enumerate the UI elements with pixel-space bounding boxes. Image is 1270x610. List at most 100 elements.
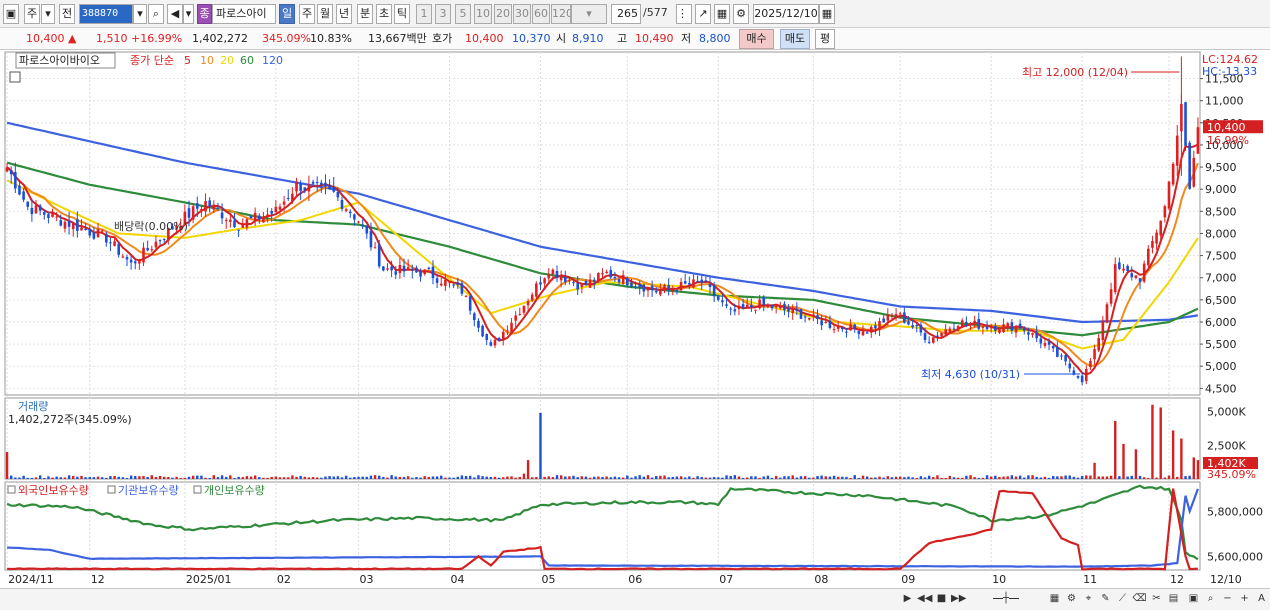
count-input[interactable]: 265 xyxy=(611,4,641,24)
period-button[interactable]: 월 xyxy=(317,4,333,24)
ruler-icon[interactable]: ⟋ xyxy=(1115,592,1130,607)
candle xyxy=(514,315,517,321)
prev-button[interactable]: 전 xyxy=(59,4,75,24)
candle xyxy=(853,324,857,330)
stock-chart[interactable]: 4,500 5,000 5,500 6,000 6,500 7,000 7,500 8,000… xyxy=(0,50,1270,590)
candle xyxy=(245,219,249,228)
volume-bar xyxy=(832,475,836,479)
volume-bar xyxy=(249,476,253,479)
speaker-dropdown-icon[interactable]: ▾ xyxy=(183,4,194,24)
candle xyxy=(369,231,373,248)
candle xyxy=(828,320,832,328)
settings-icon[interactable]: ⚙ xyxy=(1064,592,1079,607)
interval-button[interactable]: 30 xyxy=(513,4,531,24)
cursor-icon[interactable]: ⌖ xyxy=(1081,592,1096,607)
eval-button[interactable]: 평 xyxy=(815,29,835,49)
high-label: 고 xyxy=(617,32,628,45)
volume-bar xyxy=(146,476,149,479)
volume-bar xyxy=(357,476,360,479)
volume-bar xyxy=(828,476,832,479)
layout-icon[interactable]: ▣ xyxy=(3,4,19,24)
volume-title: 거래량 xyxy=(18,400,48,413)
candle xyxy=(907,321,910,325)
grid-icon[interactable]: ▦ xyxy=(714,4,730,24)
rewind-icon[interactable]: ◀◀ xyxy=(917,592,932,607)
interval-button[interactable]: 120 xyxy=(551,4,571,24)
candle xyxy=(1043,343,1047,346)
period-button[interactable]: 분 xyxy=(357,4,373,24)
candle xyxy=(1093,349,1096,360)
volume-bar xyxy=(779,477,782,479)
sell-button[interactable]: 매도 xyxy=(780,29,810,49)
period-button[interactable]: 초 xyxy=(376,4,392,24)
interval-button[interactable]: 10 xyxy=(474,4,492,24)
candle xyxy=(158,240,162,242)
candle xyxy=(737,305,741,310)
grid-toggle-icon[interactable] xyxy=(9,71,21,83)
candle xyxy=(133,261,137,264)
eraser-icon[interactable]: ⌫ xyxy=(1132,592,1147,607)
slider-icon[interactable]: ⎯⎯┼⎯⎯ xyxy=(975,592,1037,607)
volume-bar xyxy=(460,475,464,479)
date-input[interactable]: 2025/12/10 xyxy=(753,4,819,24)
minus-icon[interactable]: − xyxy=(1220,592,1235,607)
candle xyxy=(444,279,447,286)
gear-icon[interactable]: ⚙ xyxy=(733,4,749,24)
font-icon[interactable]: A xyxy=(1254,592,1269,607)
draw-icon[interactable]: ✎ xyxy=(1098,592,1113,607)
volume-bar xyxy=(444,477,447,479)
custom-interval-select[interactable]: ▾ xyxy=(571,4,607,24)
plus-icon[interactable]: + xyxy=(1237,592,1252,607)
period-button[interactable]: 일 xyxy=(279,4,295,24)
speaker-icon[interactable]: ◀ xyxy=(167,4,183,24)
play-icon[interactable]: ▶ xyxy=(900,592,915,607)
period-button[interactable]: 년 xyxy=(336,4,352,24)
calendar-icon[interactable]: ▦ xyxy=(819,4,835,24)
candle xyxy=(927,341,931,343)
x-axis-label: 07 xyxy=(719,573,733,586)
stock-code-input[interactable]: 388870 xyxy=(79,4,133,24)
save-icon[interactable]: ▤ xyxy=(1166,592,1181,607)
candle xyxy=(663,285,666,291)
volume-bar xyxy=(700,477,703,479)
period-button[interactable]: 틱 xyxy=(394,4,410,24)
volume-bar xyxy=(142,476,145,479)
volume-bar xyxy=(882,477,885,479)
candle xyxy=(688,282,691,285)
interval-button[interactable]: 20 xyxy=(494,4,512,24)
interval-button[interactable]: 5 xyxy=(455,4,471,24)
link-icon[interactable]: ⋮⋮ xyxy=(676,4,692,24)
layout-grid-icon[interactable]: ▦ xyxy=(1047,592,1062,607)
volume-bar xyxy=(67,475,71,479)
candle xyxy=(1080,375,1084,383)
market-dropdown-icon[interactable]: ▾ xyxy=(41,4,55,24)
zoom-out-icon[interactable]: ⌕ xyxy=(1203,592,1218,607)
code-dropdown-icon[interactable]: ▾ xyxy=(133,4,147,24)
candle xyxy=(642,284,646,292)
volume-bar xyxy=(646,475,650,479)
pin-icon[interactable]: ✂ xyxy=(1149,592,1164,607)
candle xyxy=(423,269,426,275)
chart-tool-icon[interactable]: ↗ xyxy=(695,4,711,24)
print-icon[interactable]: ▣ xyxy=(1186,592,1201,607)
candle xyxy=(903,312,906,323)
candle xyxy=(489,342,493,346)
interval-button[interactable]: 3 xyxy=(435,4,451,24)
candle xyxy=(47,214,50,219)
interval-button[interactable]: 1 xyxy=(416,4,432,24)
interval-button[interactable]: 60 xyxy=(532,4,550,24)
candle xyxy=(812,314,815,317)
candle xyxy=(344,209,348,211)
volume-bar xyxy=(791,475,794,479)
buy-button[interactable]: 매수 xyxy=(739,29,774,49)
volume-bar xyxy=(349,477,352,479)
volume-bar xyxy=(51,477,54,479)
y-tick-label: 9,000 xyxy=(1205,183,1237,196)
stop-icon[interactable]: ■ xyxy=(934,592,949,607)
volume-bar xyxy=(295,476,298,479)
search-icon[interactable]: ⌕ xyxy=(148,4,164,24)
fast-forward-icon[interactable]: ▶▶ xyxy=(951,592,966,607)
volume-bar xyxy=(415,477,418,479)
period-button[interactable]: 주 xyxy=(299,4,315,24)
market-select[interactable]: 주 xyxy=(24,4,40,24)
